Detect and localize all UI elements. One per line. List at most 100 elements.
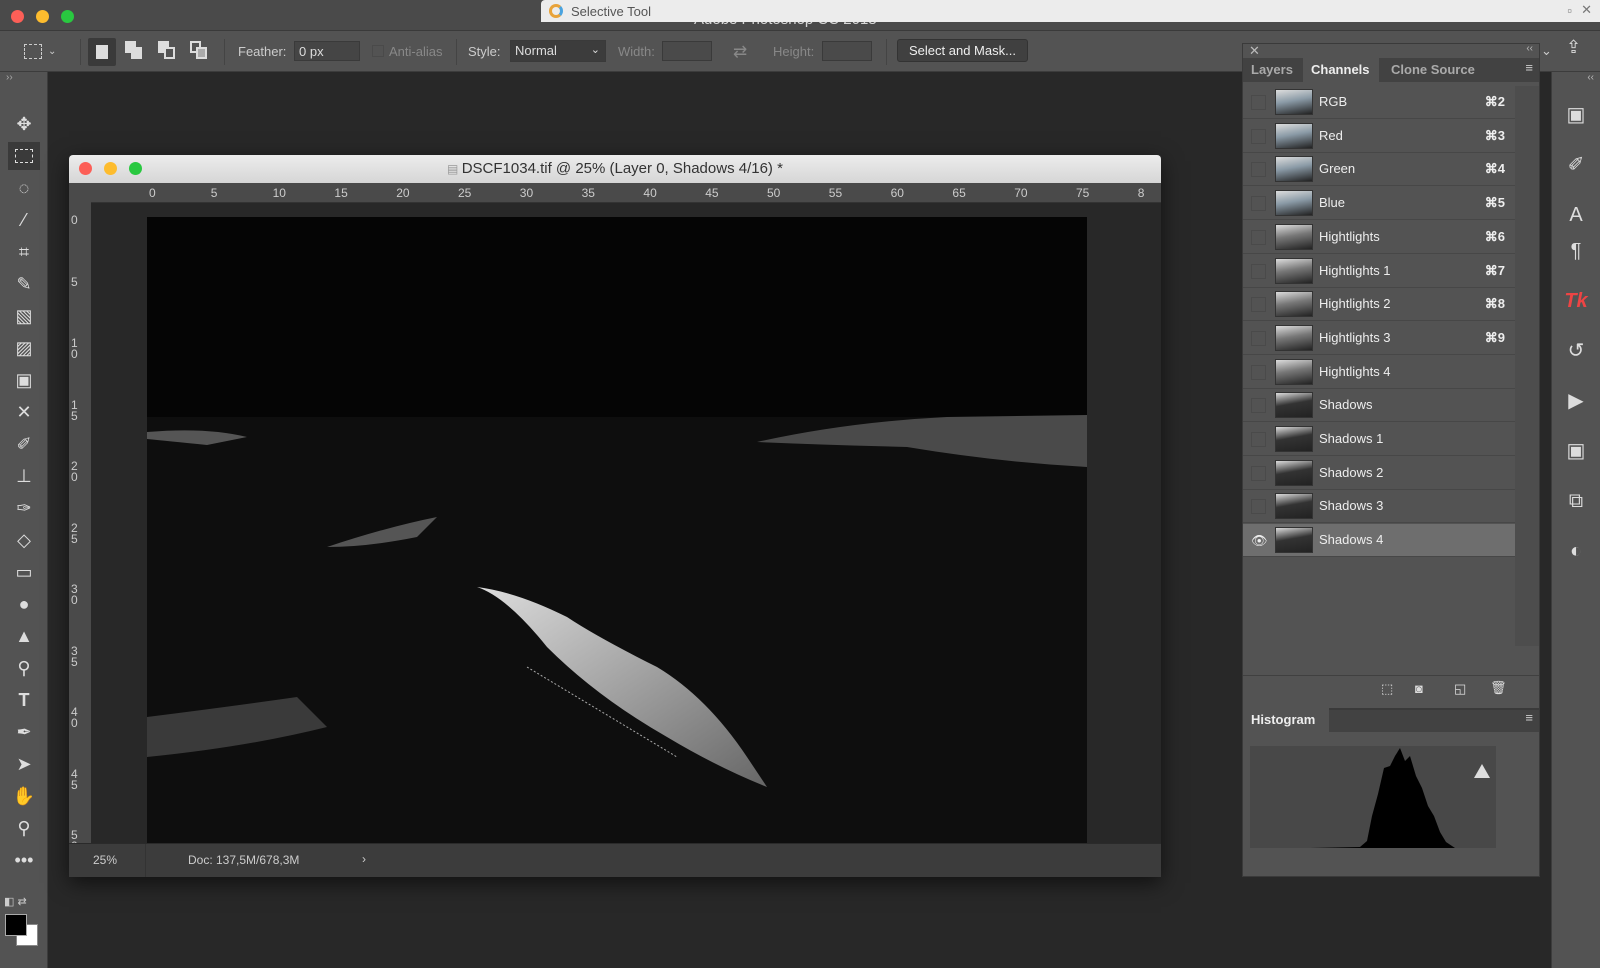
close-document-button[interactable] — [79, 162, 92, 175]
channel-row[interactable]: Hightlights 1 ⌘7 — [1243, 255, 1515, 288]
expand-panels-icon[interactable]: ‹‹ — [1587, 72, 1594, 83]
panel-menu-icon[interactable]: ≡ — [1525, 60, 1533, 75]
ruler-origin[interactable] — [69, 183, 91, 203]
add-to-selection-button[interactable] — [125, 41, 143, 61]
canvas-area[interactable] — [91, 203, 1161, 843]
visibility-toggle[interactable] — [1251, 196, 1266, 212]
actions-play-icon[interactable]: ▶ — [1561, 386, 1591, 416]
channel-row[interactable]: Blue ⌘5 — [1243, 187, 1515, 221]
type-tool-icon[interactable]: T — [8, 686, 40, 714]
new-selection-button[interactable] — [88, 38, 116, 66]
visibility-toggle[interactable] — [1251, 128, 1266, 144]
dodge-tool-icon[interactable]: ⚲ — [8, 654, 40, 682]
channel-row[interactable]: Hightlights 4 — [1243, 356, 1515, 389]
spot-healing-tool-icon[interactable]: ▧ — [8, 302, 40, 330]
move-tool-icon[interactable]: ✥ — [8, 110, 40, 138]
channel-row[interactable]: RGB ⌘2 — [1243, 86, 1515, 119]
adjustments-icon[interactable]: ◐ — [1561, 536, 1591, 566]
feather-input[interactable]: 0 px — [294, 41, 360, 61]
tab-clone-source[interactable]: Clone Source — [1383, 58, 1483, 82]
marquee-preset-picker[interactable]: ⌄ — [24, 31, 56, 72]
anti-alias-checkbox[interactable] — [372, 45, 384, 57]
path-selection-tool-icon[interactable]: ➤ — [8, 750, 40, 778]
gradient-tool-icon[interactable]: ▭ — [8, 558, 40, 586]
channel-row[interactable]: Shadows 3 — [1243, 490, 1515, 524]
visibility-toggle[interactable] — [1251, 229, 1266, 245]
tab-histogram[interactable]: Histogram — [1243, 708, 1329, 732]
more-tools-icon[interactable]: ••• — [8, 846, 40, 874]
visibility-toggle[interactable] — [1251, 432, 1266, 447]
properties-icon[interactable]: ▣ — [1561, 436, 1591, 466]
workspace-chevron-icon[interactable]: ⌄ — [1541, 43, 1552, 59]
channel-row[interactable]: Green ⌘4 — [1243, 153, 1515, 187]
visibility-toggle[interactable] — [1251, 364, 1266, 380]
channel-list-scrollbar[interactable] — [1515, 86, 1539, 646]
blur-tool-icon[interactable]: ● — [8, 590, 40, 618]
save-selection-as-channel-icon[interactable]: ◙ — [1415, 681, 1423, 696]
eraser-tool-icon[interactable]: ◇ — [8, 526, 40, 554]
delete-channel-icon[interactable]: 🗑 — [1490, 680, 1507, 696]
selective-tool-window[interactable]: Selective Tool ▫ ✕ — [541, 0, 1600, 22]
history-icon[interactable]: ↺ — [1561, 336, 1591, 366]
magic-wand-tool-icon[interactable]: ⁄ — [8, 206, 40, 234]
foreground-color-swatch[interactable] — [5, 914, 27, 936]
history-brush-tool-icon[interactable]: ✑ — [8, 494, 40, 522]
minimize-document-button[interactable] — [104, 162, 117, 175]
minimize-window-button[interactable] — [36, 10, 49, 23]
libraries-icon[interactable]: ▣ — [1561, 100, 1591, 130]
sharpen-tool-icon[interactable]: ▲ — [8, 622, 40, 650]
patch-tool-icon[interactable]: ▨ — [8, 334, 40, 362]
channel-row[interactable]: Shadows — [1243, 389, 1515, 423]
3d-icon[interactable]: ⧉ — [1561, 486, 1591, 516]
histogram-menu-icon[interactable]: ≡ — [1525, 710, 1533, 725]
close-panel-icon[interactable]: ✕ — [1249, 43, 1260, 59]
hand-tool-icon[interactable]: ✋ — [8, 782, 40, 810]
character-icon[interactable]: A — [1561, 200, 1591, 230]
visibility-toggle[interactable] — [1251, 263, 1266, 279]
channel-row[interactable]: Hightlights 3 ⌘9 — [1243, 322, 1515, 355]
height-input[interactable] — [822, 41, 872, 61]
horizontal-ruler[interactable]: 0 5 10 15 20 25 30 35 40 45 50 55 60 65 70 75 8 — [91, 183, 1161, 203]
pen-tool-icon[interactable]: ✒ — [8, 718, 40, 746]
channel-row[interactable]: Hightlights ⌘6 — [1243, 221, 1515, 254]
visibility-toggle[interactable] — [1251, 330, 1266, 346]
vertical-ruler[interactable]: 051 01 52 02 53 03 54 04 55 0 — [69, 203, 91, 852]
select-and-mask-button[interactable]: Select and Mask... — [897, 39, 1028, 62]
intersect-selection-button[interactable] — [190, 41, 208, 61]
maximize-window-button[interactable] — [61, 10, 74, 23]
document-title-bar[interactable]: ▤ DSCF1034.tif @ 25% (Layer 0, Shadows 4… — [69, 155, 1161, 183]
default-colors-icon[interactable]: ◧ ⇄ — [4, 895, 27, 908]
visibility-toggle[interactable] — [1251, 499, 1266, 515]
load-channel-as-selection-icon[interactable]: ⬚ — [1381, 681, 1393, 697]
tab-layers[interactable]: Layers — [1243, 58, 1301, 82]
visibility-toggle[interactable] — [1251, 297, 1266, 313]
style-dropdown[interactable]: Normal ⌄ — [510, 40, 606, 62]
eye-icon[interactable]: 👁 — [1251, 533, 1268, 548]
visibility-toggle[interactable] — [1251, 398, 1266, 414]
zoom-document-button[interactable] — [129, 162, 142, 175]
visibility-toggle[interactable] — [1251, 465, 1266, 481]
close-icon[interactable]: ✕ — [1581, 2, 1592, 18]
restore-icon[interactable]: ▫ — [1567, 3, 1572, 18]
tk-plugin-icon[interactable]: Tk — [1561, 286, 1591, 316]
zoom-level[interactable]: 25% — [93, 853, 117, 867]
channel-row[interactable]: Shadows 2 — [1243, 457, 1515, 490]
visibility-toggle[interactable] — [1251, 95, 1266, 110]
collapse-tools-icon[interactable]: ›› — [6, 72, 13, 83]
brush-settings-icon[interactable]: ✐ — [1561, 150, 1591, 180]
subtract-from-selection-button[interactable] — [158, 41, 176, 61]
crop-tool-icon[interactable]: ⌗ — [8, 238, 40, 266]
rectangular-marquee-tool-icon[interactable] — [8, 142, 40, 170]
new-channel-icon[interactable]: ◱ — [1454, 681, 1466, 697]
collapse-panel-icon[interactable]: ‹‹ — [1526, 43, 1533, 54]
paragraph-icon[interactable]: ¶ — [1561, 236, 1591, 266]
shuffle-tool-icon[interactable]: ✕ — [8, 398, 40, 426]
lasso-tool-icon[interactable]: ◌ — [8, 174, 40, 202]
channel-row[interactable]: Shadows 1 — [1243, 423, 1515, 456]
clone-stamp-tool-icon[interactable]: ⊥ — [8, 462, 40, 490]
status-menu-chevron-icon[interactable]: › — [362, 852, 366, 866]
zoom-tool-icon[interactable]: ⚲ — [8, 814, 40, 842]
tab-channels[interactable]: Channels — [1303, 58, 1379, 82]
close-window-button[interactable] — [11, 10, 24, 23]
brush-tool-icon[interactable]: ✐ — [8, 430, 40, 458]
